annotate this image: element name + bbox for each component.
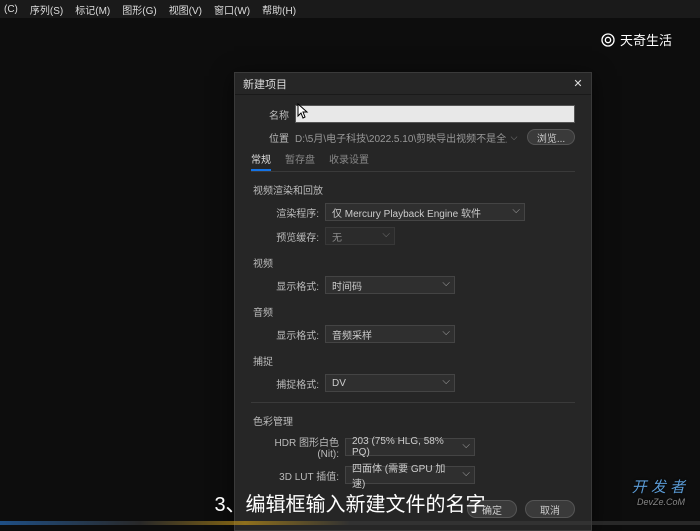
menu-sequence[interactable]: 序列(S) (30, 2, 63, 17)
section-capture-title: 捕捉 (253, 353, 575, 368)
capture-format-label: 捕捉格式: (261, 376, 319, 391)
menu-window[interactable]: 窗口(W) (214, 2, 250, 17)
browse-button[interactable]: 浏览... (527, 129, 575, 145)
watermark-bottom: 开 发 者 DevZe.CoM (632, 476, 685, 507)
name-label: 名称 (251, 107, 289, 122)
section-render-title: 视频渲染和回放 (253, 182, 575, 197)
dialog-title-text: 新建项目 (243, 76, 287, 92)
renderer-dropdown[interactable]: 仅 Mercury Playback Engine 软件 (325, 203, 525, 221)
taskbar (0, 521, 700, 525)
lut-dropdown[interactable]: 四面体 (需要 GPU 加速) (345, 466, 475, 484)
watermark-top: 天奇生活 (600, 30, 672, 49)
menu-mark[interactable]: 标记(M) (75, 2, 110, 17)
menu-c[interactable]: (C) (4, 4, 18, 15)
video-format-dropdown[interactable]: 时间码 (325, 276, 455, 294)
dialog-tabs: 常规 暂存盘 收录设置 (251, 151, 575, 172)
tab-ingest[interactable]: 收录设置 (329, 151, 369, 171)
hdr-label: HDR 图形白色 (Nit): (261, 434, 339, 460)
video-format-label: 显示格式: (261, 278, 319, 293)
lut-label: 3D LUT 插值: (261, 468, 339, 483)
project-name-input[interactable] (295, 105, 575, 123)
preview-cache-dropdown: 无 (325, 227, 395, 245)
tab-scratch-disks[interactable]: 暂存盘 (285, 151, 315, 171)
location-label: 位置 (251, 130, 289, 145)
hdr-dropdown[interactable]: 203 (75% HLG, 58% PQ) (345, 438, 475, 456)
audio-format-dropdown[interactable]: 音频采样 (325, 325, 455, 343)
capture-format-dropdown[interactable]: DV (325, 374, 455, 392)
section-audio-title: 音频 (253, 304, 575, 319)
audio-format-label: 显示格式: (261, 327, 319, 342)
chevron-down-icon[interactable]: ⌵ (507, 132, 521, 143)
renderer-label: 渲染程序: (261, 205, 319, 220)
location-path: D:\5月\电子科技\2022.5.10\剪映导出视频不是全屏 (295, 130, 507, 145)
logo-icon (600, 32, 616, 48)
dialog-titlebar: 新建项目 ✕ (235, 73, 591, 95)
menu-graphics[interactable]: 图形(G) (122, 2, 156, 17)
preview-cache-label: 预览缓存: (261, 229, 319, 244)
cancel-button[interactable]: 取消 (525, 500, 575, 518)
menu-view[interactable]: 视图(V) (169, 2, 202, 17)
new-project-dialog: 新建项目 ✕ 名称 位置 D:\5月\电子科技\2022.5.10\剪映导出视频… (234, 72, 592, 531)
tab-general[interactable]: 常规 (251, 151, 271, 171)
section-video-title: 视频 (253, 255, 575, 270)
close-icon[interactable]: ✕ (571, 77, 585, 91)
menu-bar: (C) 序列(S) 标记(M) 图形(G) 视图(V) 窗口(W) 帮助(H) (0, 0, 700, 18)
section-color-title: 色彩管理 (253, 413, 575, 428)
instruction-caption: 3、编辑框输入新建文件的名字 (214, 488, 485, 517)
menu-help[interactable]: 帮助(H) (262, 2, 296, 17)
